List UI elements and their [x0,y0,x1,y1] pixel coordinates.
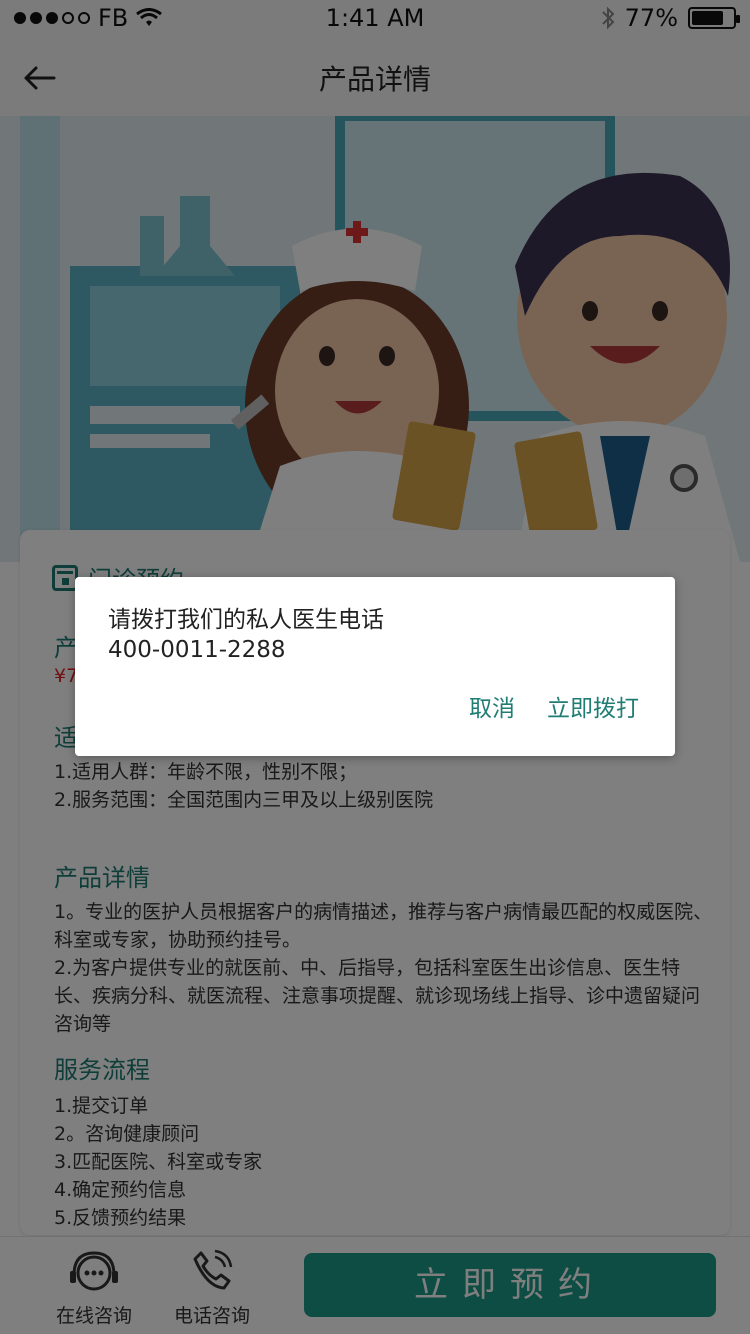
call-dialog: 请拨打我们的私人医生电话 400-0011-2288 取消 立即拨打 [75,577,675,756]
dialog-cancel-button[interactable]: 取消 [469,689,515,723]
dialog-phone-number: 400-0011-2288 [108,637,286,663]
dialog-call-button[interactable]: 立即拨打 [547,689,639,723]
dialog-message: 请拨打我们的私人医生电话 [108,607,384,633]
